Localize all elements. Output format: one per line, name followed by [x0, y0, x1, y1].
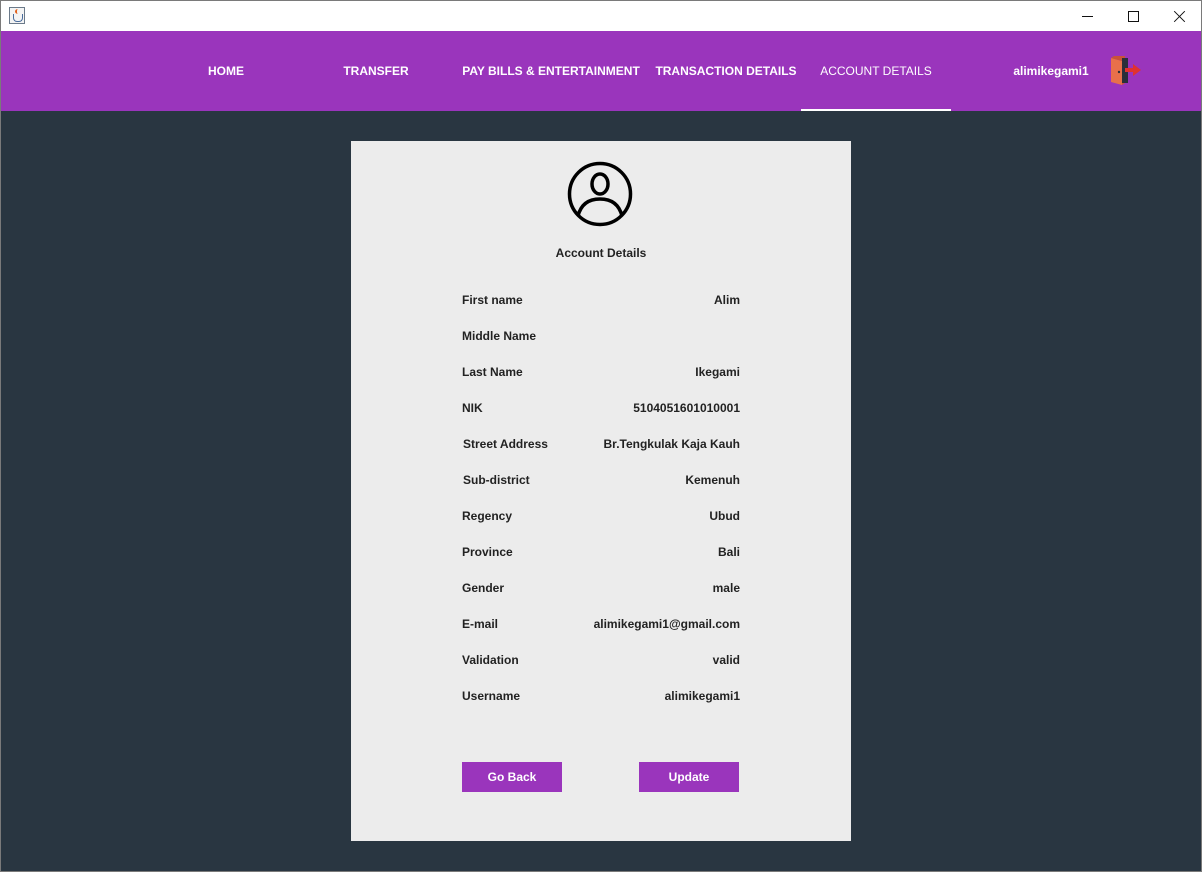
java-cup-icon	[9, 7, 25, 24]
field-label: Gender	[462, 581, 505, 595]
nav-transfer[interactable]: TRANSFER	[301, 31, 451, 111]
field-province: Province Bali	[462, 543, 740, 563]
field-street-address: Street Address Br.Tengkulak Kaja Kauh	[462, 435, 740, 455]
maximize-icon	[1127, 10, 1139, 22]
field-label: Sub-district	[463, 473, 530, 487]
nav-account-details[interactable]: ACCOUNT DETAILS	[801, 31, 951, 111]
field-email: E-mail alimikegami1@gmail.com	[462, 615, 740, 635]
field-value: Ikegami	[695, 365, 740, 379]
field-label: First name	[462, 293, 523, 307]
field-value: alimikegami1@gmail.com	[593, 617, 740, 631]
field-label: E-mail	[462, 617, 499, 631]
maximize-button[interactable]	[1110, 1, 1156, 31]
field-value: Kemenuh	[685, 473, 740, 487]
field-value: male	[712, 581, 740, 595]
account-details-card: Account Details First name Alim Middle N…	[351, 141, 851, 841]
field-label: NIK	[462, 401, 483, 415]
app-window: HOME TRANSFER PAY BILLS & ENTERTAINMENT …	[0, 0, 1202, 872]
nav-home[interactable]: HOME	[151, 31, 301, 111]
nav-pay-bills[interactable]: PAY BILLS & ENTERTAINMENT	[459, 31, 643, 111]
field-middle-name: Middle Name	[462, 327, 740, 347]
field-username: Username alimikegami1	[462, 687, 740, 707]
field-label: Middle Name	[462, 329, 537, 343]
go-back-button[interactable]: Go Back	[462, 762, 562, 792]
field-label: Validation	[462, 653, 519, 667]
field-value: Br.Tengkulak Kaja Kauh	[603, 437, 740, 451]
field-nik: NIK 5104051601010001	[462, 399, 740, 419]
field-value: Ubud	[709, 509, 740, 523]
field-label: Last Name	[462, 365, 523, 379]
top-nav: HOME TRANSFER PAY BILLS & ENTERTAINMENT …	[1, 31, 1201, 111]
field-first-name: First name Alim	[462, 291, 740, 311]
user-circle-icon	[567, 161, 633, 227]
title-bar	[1, 1, 1201, 31]
field-value: valid	[712, 653, 740, 667]
field-label: Regency	[462, 509, 513, 523]
field-value: Bali	[717, 545, 740, 559]
card-title: Account Details	[555, 246, 647, 260]
field-value: alimikegami1	[664, 689, 740, 703]
nav-username: alimikegami1	[1013, 64, 1089, 78]
field-label: Province	[462, 545, 513, 559]
field-last-name: Last Name Ikegami	[462, 363, 740, 383]
field-regency: Regency Ubud	[462, 507, 740, 527]
field-gender: Gender male	[462, 579, 740, 599]
field-validation: Validation valid	[462, 651, 740, 671]
minimize-button[interactable]	[1064, 1, 1110, 31]
minimize-icon	[1081, 15, 1093, 17]
field-label: Username	[462, 689, 521, 703]
field-value: 5104051601010001	[633, 401, 740, 415]
field-sub-district: Sub-district Kemenuh	[462, 471, 740, 491]
logout-door-icon[interactable]	[1107, 55, 1141, 87]
update-button[interactable]: Update	[639, 762, 739, 792]
field-value: Alim	[713, 293, 740, 307]
close-button[interactable]	[1156, 1, 1201, 31]
nav-transaction-details[interactable]: TRANSACTION DETAILS	[651, 31, 801, 111]
field-label: Street Address	[463, 437, 548, 451]
close-icon	[1173, 10, 1186, 23]
